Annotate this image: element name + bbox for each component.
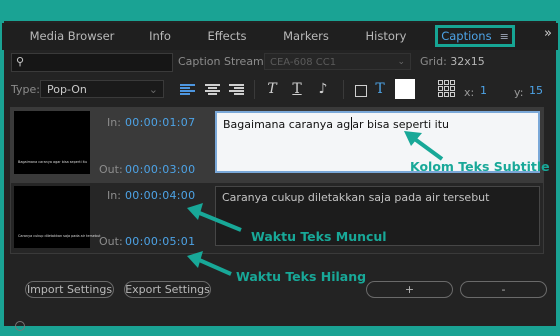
search-input[interactable]: ⚲ xyxy=(11,53,173,72)
background-box-icon[interactable] xyxy=(355,85,367,97)
add-caption-button[interactable]: + xyxy=(366,281,453,298)
search-icon: ⚲ xyxy=(16,55,25,68)
caption-stream-value: CEA-608 CC1 xyxy=(270,57,337,68)
in-label: In: xyxy=(107,189,121,202)
y-label: y: xyxy=(514,86,524,99)
caption-thumbnail: Bagaimana caranya agar bisa seperti itu xyxy=(14,111,90,174)
tab-info[interactable]: Info xyxy=(140,23,180,50)
thumbnail-caption-text: Caranya cukup diletakkan saja pada air t… xyxy=(18,234,101,238)
in-label: In: xyxy=(107,116,121,129)
text-color-icon[interactable]: T xyxy=(370,80,390,98)
annotation-arrow xyxy=(187,203,242,232)
tab-history[interactable]: History xyxy=(357,23,415,50)
export-settings-button[interactable]: Export Settings xyxy=(124,281,211,298)
y-value[interactable]: 15 xyxy=(529,84,543,97)
caption-stream-label: Caption Stream: xyxy=(178,55,268,68)
tab-media-browser[interactable]: Media Browser xyxy=(22,23,122,50)
align-left-icon[interactable] xyxy=(180,84,195,96)
color-swatch[interactable] xyxy=(395,79,415,99)
grid-value: 32x15 xyxy=(450,55,485,68)
caption-stream-dropdown[interactable]: CEA-608 CC1 ⌄ xyxy=(264,53,411,70)
italic-icon[interactable]: T xyxy=(262,80,282,98)
caption-thumbnail: Caranya cukup diletakkan saja pada air t… xyxy=(14,186,100,248)
panel-menu-icon[interactable]: ≡ xyxy=(500,29,509,45)
x-label: x: xyxy=(464,86,475,99)
remove-caption-button[interactable]: - xyxy=(460,281,547,298)
align-center-icon[interactable] xyxy=(205,84,220,96)
annotation-subtitle-box: Kolom Teks Subtitle xyxy=(410,159,550,174)
out-timecode[interactable]: 00:00:05:01 xyxy=(125,235,195,248)
more-panels-icon[interactable]: » xyxy=(544,26,552,41)
grid-label: Grid: 32x15 xyxy=(420,55,485,68)
chevron-down-icon: ⌄ xyxy=(397,57,405,67)
chevron-down-icon: ⌄ xyxy=(148,83,158,96)
tab-effects[interactable]: Effects xyxy=(202,23,252,50)
type-value: Pop-On xyxy=(47,83,87,96)
import-settings-button[interactable]: Import Settings xyxy=(25,281,114,298)
tab-markers[interactable]: Markers xyxy=(278,23,334,50)
tab-captions-label: Captions xyxy=(441,29,492,43)
out-timecode[interactable]: 00:00:03:00 xyxy=(125,163,195,176)
grid-position-icon[interactable] xyxy=(438,80,456,98)
align-right-icon[interactable] xyxy=(229,84,244,96)
underline-icon[interactable]: T xyxy=(287,80,307,98)
grid-label-text: Grid: xyxy=(420,55,447,68)
type-dropdown[interactable]: Pop-On ⌄ xyxy=(40,80,164,98)
annotation-time-in: Waktu Teks Muncul xyxy=(251,229,387,244)
music-note-icon[interactable]: ♪ xyxy=(313,80,333,98)
out-label: Out: xyxy=(99,235,123,248)
toolbar-divider xyxy=(343,80,344,99)
thumbnail-caption-text: Bagaimana caranya agar bisa seperti itu xyxy=(18,160,88,164)
scroll-indicator[interactable] xyxy=(15,321,25,331)
caption-text-before-cursor: Bagaimana caranya ag xyxy=(223,118,351,131)
tab-captions[interactable]: Captions ≡ xyxy=(435,25,515,47)
in-timecode[interactable]: 00:00:01:07 xyxy=(125,116,195,129)
x-value[interactable]: 1 xyxy=(480,84,487,97)
toolbar-divider xyxy=(254,80,255,99)
annotation-arrow xyxy=(187,251,232,276)
annotation-time-out: Waktu Teks Hilang xyxy=(236,269,367,284)
screenshot-frame: Media Browser Info Effects Markers Histo… xyxy=(2,0,558,336)
out-label: Out: xyxy=(99,163,123,176)
type-label: Type: xyxy=(11,83,40,96)
